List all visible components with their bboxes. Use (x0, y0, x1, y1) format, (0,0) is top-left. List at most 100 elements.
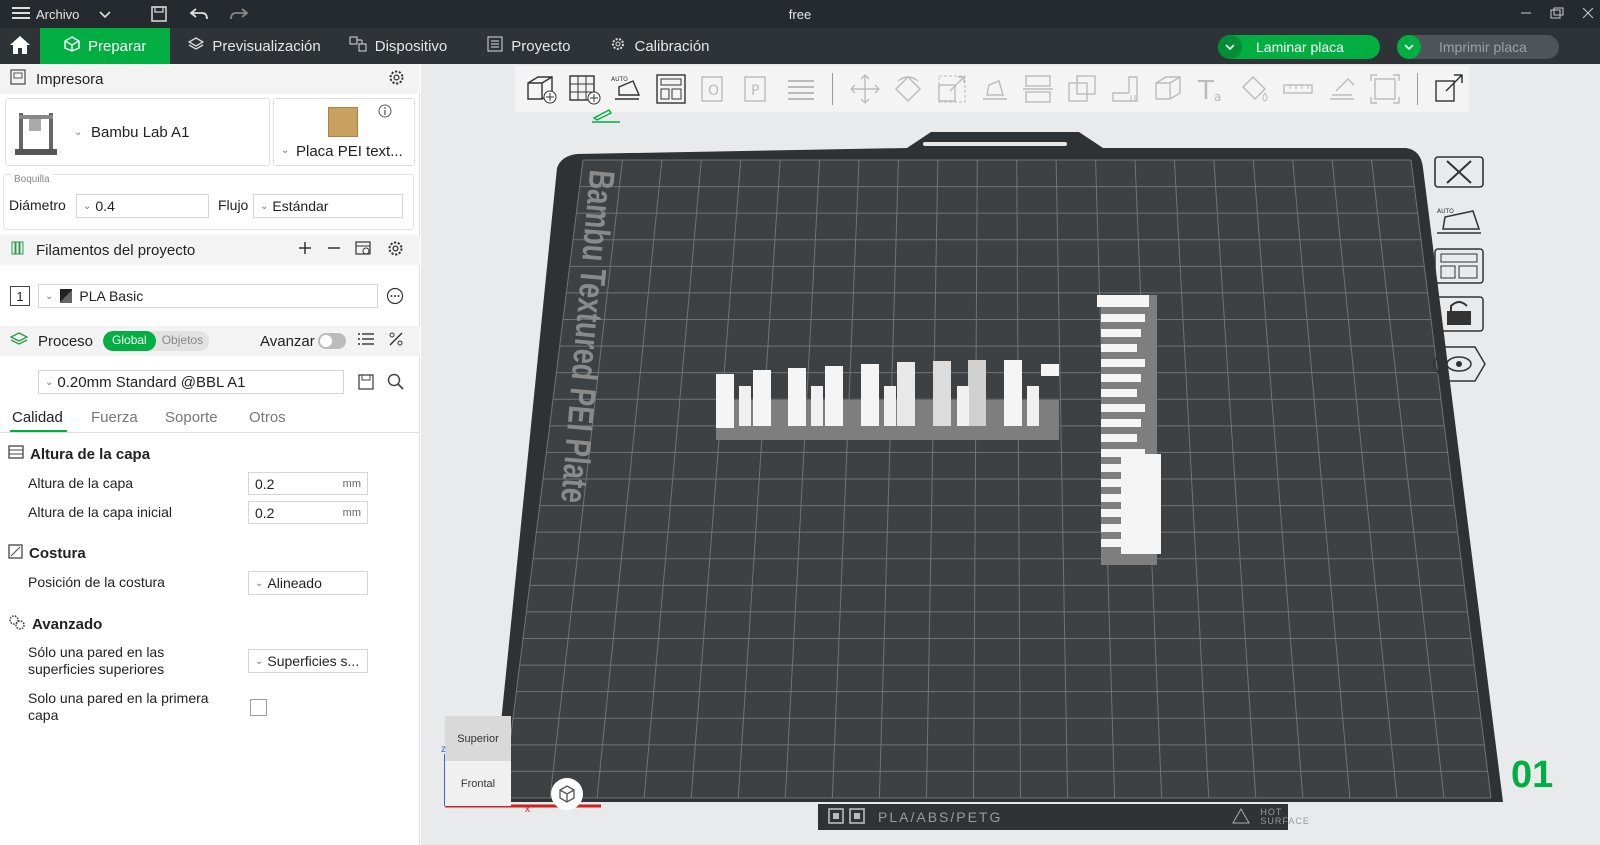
printer-model-card[interactable]: ⌄ Bambu Lab A1 (5, 98, 270, 166)
auto-orient-icon[interactable]: AUTO (608, 69, 647, 109)
filament-settings-gear-icon[interactable] (387, 240, 404, 261)
view-cube[interactable]: Superior Frontal (445, 716, 511, 806)
flow-select[interactable]: ⌄ Estándar (253, 194, 403, 218)
text-tool-icon[interactable]: Ta (1192, 69, 1231, 109)
file-menu[interactable]: Archivo (0, 6, 111, 23)
axis-x-label: x (525, 804, 530, 815)
split-parts-icon[interactable]: P (738, 69, 777, 109)
redo-icon[interactable] (229, 4, 249, 24)
close-window-icon[interactable] (1582, 6, 1594, 22)
layer-height-input[interactable]: 0.2 mm (248, 472, 368, 495)
move-icon[interactable] (845, 69, 884, 109)
tab-prepare-label: Preparar (88, 37, 147, 55)
lay-on-face-icon[interactable] (975, 69, 1014, 109)
filament-select[interactable]: ⌄ PLA Basic (38, 284, 378, 308)
color-paint-icon[interactable] (1235, 69, 1274, 109)
add-filament-icon[interactable] (298, 241, 312, 259)
measure-icon[interactable] (1279, 69, 1318, 109)
layers-stack-icon[interactable] (781, 69, 820, 109)
svg-text:P: P (751, 83, 759, 99)
tower-model[interactable] (1097, 295, 1161, 565)
view-cube-front[interactable]: Frontal (445, 761, 511, 806)
save-icon[interactable] (149, 4, 169, 24)
sync-filament-icon[interactable] (355, 240, 373, 260)
add-object-icon[interactable] (521, 69, 560, 109)
minimize-icon[interactable] (1520, 6, 1532, 22)
tab-project[interactable]: Proyecto (473, 28, 584, 64)
plate-settings-icon[interactable] (1431, 342, 1487, 386)
arrange-plate-icon[interactable] (1431, 244, 1487, 288)
cut-icon[interactable] (1019, 69, 1058, 109)
slice-plate-button[interactable]: Laminar placa (1218, 35, 1380, 59)
tower-step (1101, 404, 1145, 412)
global-objects-toggle[interactable]: Global Objetos (103, 331, 210, 351)
print-dropdown-icon[interactable] (1397, 35, 1421, 59)
top-one-wall-select[interactable]: ⌄ Superficies s... (248, 649, 368, 673)
rotate-icon[interactable] (889, 69, 928, 109)
add-plate-icon[interactable] (564, 69, 603, 109)
boolean-icon[interactable] (1062, 69, 1101, 109)
plate-type-caret-icon: ⌄ (281, 145, 290, 156)
tower-step (1101, 419, 1141, 427)
toolbar-separator (832, 73, 834, 105)
scale-icon[interactable] (932, 69, 971, 109)
view-cube-top[interactable]: Superior (445, 716, 511, 761)
split-objects-icon[interactable]: O (694, 69, 733, 109)
remove-filament-icon[interactable] (327, 241, 341, 259)
3d-viewport[interactable]: Bambu Textured PEI Plate 01 AUTO O P Ta … (421, 64, 1600, 845)
slice-dropdown-icon[interactable] (1218, 35, 1242, 59)
home-icon (9, 35, 31, 58)
tab-quality[interactable]: Calidad (12, 409, 63, 426)
search-icon[interactable] (387, 373, 404, 393)
arrange-icon[interactable] (651, 69, 690, 109)
tab-prepare[interactable]: Preparar (40, 28, 171, 64)
filament-list-item[interactable]: 1 ⌄ PLA Basic (0, 283, 420, 309)
support-paint-icon[interactable] (1105, 69, 1144, 109)
info-icon[interactable] (378, 104, 392, 121)
home-button[interactable] (0, 28, 40, 64)
tab-strength[interactable]: Fuerza (91, 409, 138, 426)
reset-view-icon[interactable] (551, 778, 583, 810)
toggle-objects[interactable]: Objetos (156, 331, 209, 351)
seam-group-title: Costura (29, 545, 86, 562)
seam-position-select[interactable]: ⌄ Alineado (248, 571, 368, 595)
seam-paint-icon[interactable] (1149, 69, 1188, 109)
tower-step (1101, 389, 1137, 397)
process-section-header: Proceso Global Objetos Avanzar (0, 326, 420, 356)
print-plate-button[interactable]: Imprimir placa (1397, 35, 1559, 59)
initial-layer-height-input[interactable]: 0.2 mm (248, 501, 368, 524)
lock-plate-icon[interactable] (1431, 292, 1487, 336)
process-preset-select[interactable]: ⌄ 0.20mm Standard @BBL A1 (38, 370, 344, 394)
auto-orient-plate-icon[interactable]: AUTO (1431, 198, 1487, 242)
tab-calibration[interactable]: Calibración (596, 28, 723, 64)
edit-pencil-icon[interactable] (591, 108, 621, 127)
save-preset-icon[interactable] (358, 374, 374, 393)
printer-settings-gear-icon[interactable] (388, 69, 405, 90)
toggle-global[interactable]: Global (103, 331, 156, 351)
first-layer-one-wall-checkbox[interactable] (250, 699, 267, 716)
nozzle-group-title: Boquilla (12, 174, 52, 185)
diameter-select[interactable]: ⌄ 0.4 (76, 194, 209, 218)
filament-more-icon[interactable] (386, 287, 404, 308)
title-bar: Archivo free (0, 0, 1600, 28)
plate-type-card[interactable]: ⌄ Placa PEI text... (273, 98, 415, 166)
fit-view-icon[interactable] (1365, 69, 1404, 109)
list-view-icon[interactable] (358, 332, 374, 350)
restore-icon[interactable] (1550, 6, 1564, 22)
seam-position-label: Posición de la costura (28, 574, 165, 590)
advance-switch[interactable] (318, 333, 346, 349)
delete-plate-icon[interactable] (1431, 150, 1487, 194)
undo-icon[interactable] (189, 4, 209, 24)
tab-device[interactable]: Dispositivo (335, 28, 462, 64)
top-one-wall-label: Sólo una pared en las superficies superi… (28, 644, 165, 677)
export-icon[interactable] (1430, 69, 1469, 109)
plate-type-name: Placa PEI text... (296, 143, 403, 160)
tab-others[interactable]: Otros (249, 409, 286, 426)
tab-preview[interactable]: Previsualización (174, 28, 334, 64)
initial-layer-height-unit: mm (342, 506, 361, 519)
layer-height-group-title: Altura de la capa (30, 445, 151, 463)
tab-support[interactable]: Soporte (165, 409, 218, 426)
plate-texture-thumbnail (328, 107, 358, 137)
percent-icon[interactable] (388, 331, 404, 351)
assembly-icon[interactable] (1322, 69, 1361, 109)
